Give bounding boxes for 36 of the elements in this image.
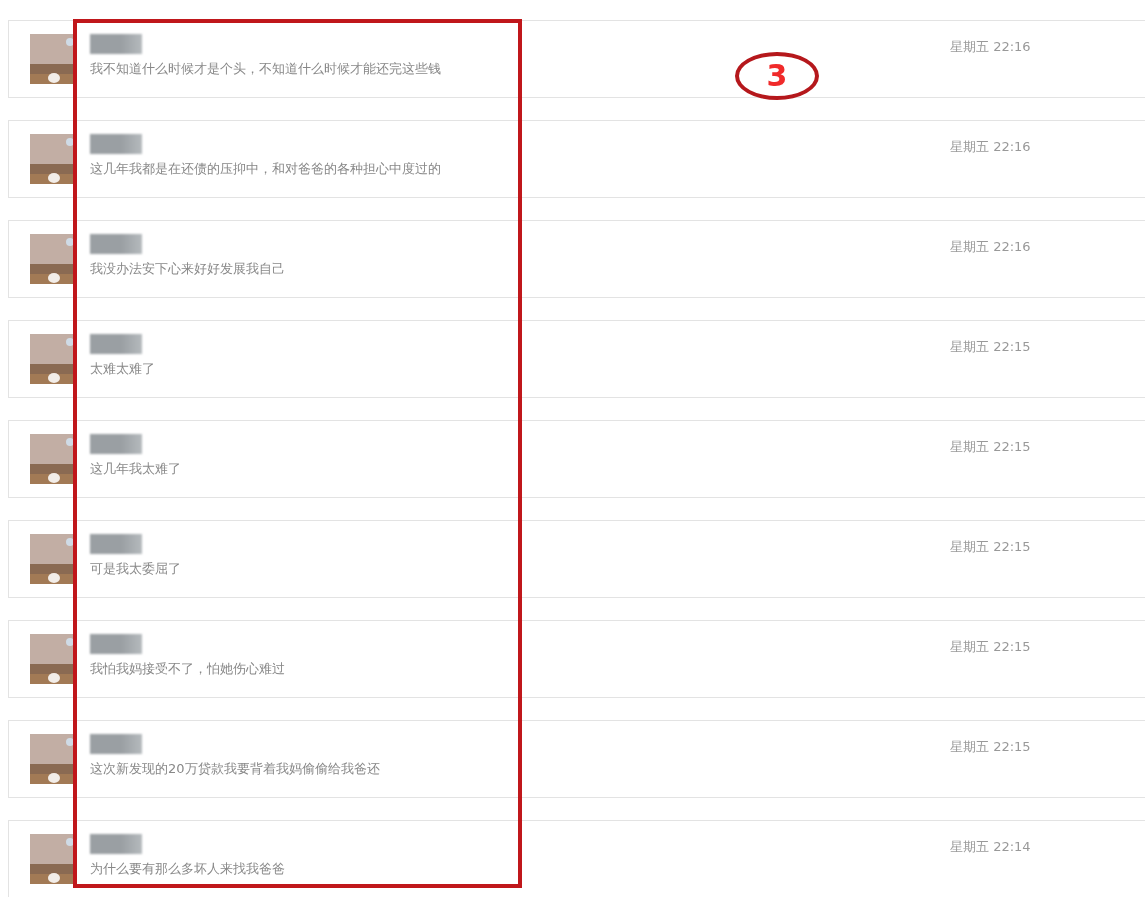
redacted-name [90, 534, 142, 554]
message-text: 我怕我妈接受不了，怕她伤心难过 [90, 660, 285, 678]
message-text: 我不知道什么时候才是个头，不知道什么时候才能还完这些钱 [90, 60, 441, 78]
message-time: 星期五 22:15 [950, 738, 1031, 756]
message-text: 这次新发现的20万贷款我要背着我妈偷偷给我爸还 [90, 760, 380, 778]
message-time: 星期五 22:16 [950, 38, 1031, 56]
message-text: 太难太难了 [90, 360, 155, 378]
message-card[interactable]: 为什么要有那么多坏人来找我爸爸 星期五 22:14 [8, 820, 1145, 897]
redacted-name [90, 834, 142, 854]
message-time: 星期五 22:16 [950, 238, 1031, 256]
message-time: 星期五 22:15 [950, 338, 1031, 356]
message-card[interactable]: 这几年我都是在还债的压抑中，和对爸爸的各种担心中度过的 星期五 22:16 [8, 120, 1145, 198]
redacted-name [90, 334, 142, 354]
message-text: 这几年我太难了 [90, 460, 181, 478]
message-time: 星期五 22:15 [950, 638, 1031, 656]
message-text: 这几年我都是在还债的压抑中，和对爸爸的各种担心中度过的 [90, 160, 441, 178]
message-card[interactable]: 我怕我妈接受不了，怕她伤心难过 星期五 22:15 [8, 620, 1145, 698]
message-time: 星期五 22:14 [950, 838, 1031, 856]
redacted-name [90, 634, 142, 654]
redacted-name [90, 434, 142, 454]
annotation-badge: 3 [735, 52, 819, 100]
message-card[interactable]: 这次新发现的20万贷款我要背着我妈偷偷给我爸还 星期五 22:15 [8, 720, 1145, 798]
redacted-name [90, 734, 142, 754]
message-card[interactable]: 太难太难了 星期五 22:15 [8, 320, 1145, 398]
redacted-name [90, 234, 142, 254]
message-text: 我没办法安下心来好好发展我自己 [90, 260, 285, 278]
message-card[interactable]: 这几年我太难了 星期五 22:15 [8, 420, 1145, 498]
message-text: 为什么要有那么多坏人来找我爸爸 [90, 860, 285, 878]
message-card[interactable]: 我没办法安下心来好好发展我自己 星期五 22:16 [8, 220, 1145, 298]
message-time: 星期五 22:16 [950, 138, 1031, 156]
message-time: 星期五 22:15 [950, 538, 1031, 556]
redacted-name [90, 134, 142, 154]
message-text: 可是我太委屈了 [90, 560, 181, 578]
message-time: 星期五 22:15 [950, 438, 1031, 456]
message-card[interactable]: 可是我太委屈了 星期五 22:15 [8, 520, 1145, 598]
redacted-name [90, 34, 142, 54]
